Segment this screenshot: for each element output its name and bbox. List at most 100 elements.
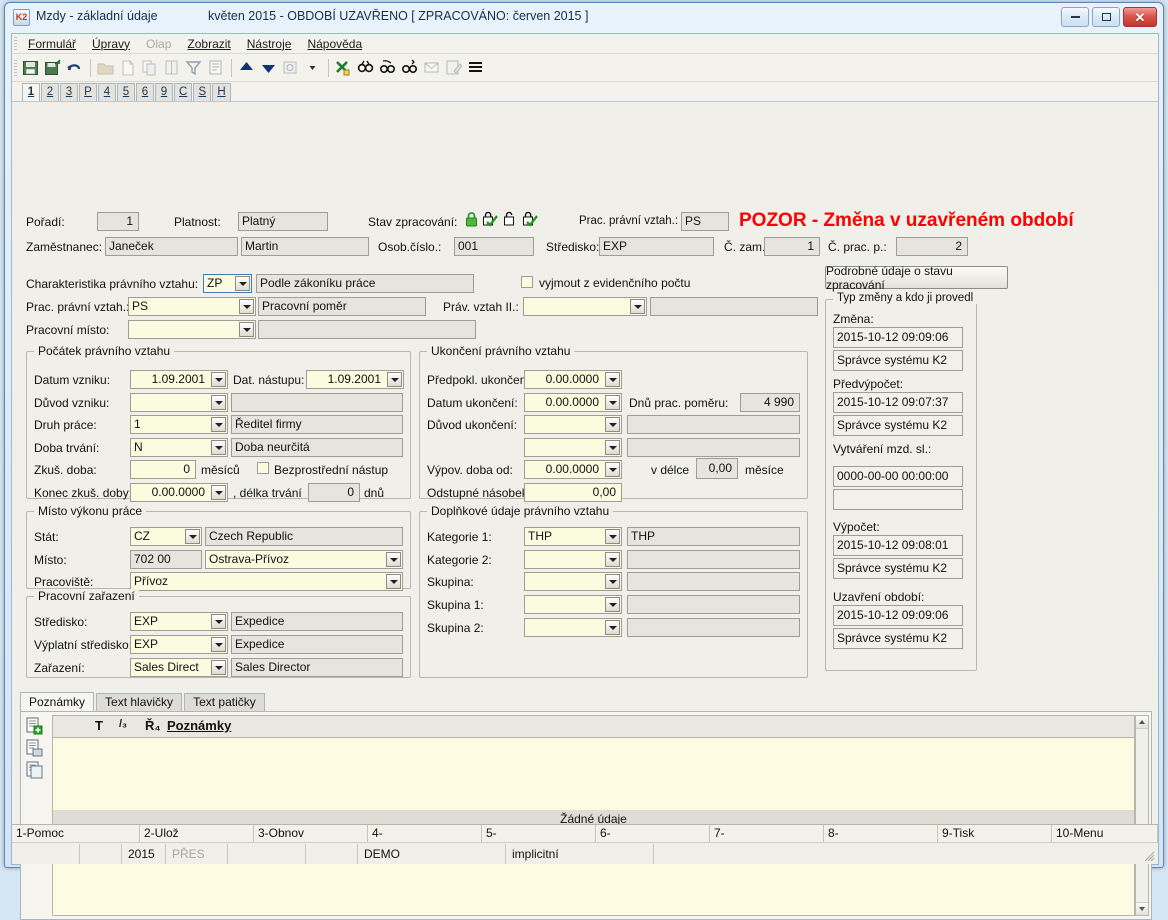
prav-vztah2-combo[interactable] [523, 297, 647, 316]
chevron-down-icon[interactable] [211, 614, 226, 629]
skupina1-combo[interactable] [524, 595, 622, 614]
zarazeni-stredisko-combo[interactable]: EXP [130, 612, 228, 631]
tab-c[interactable]: C [174, 83, 193, 101]
chevron-down-icon[interactable] [211, 440, 226, 455]
fkey-4[interactable]: 4- [368, 825, 482, 842]
chevron-down-icon[interactable] [185, 529, 200, 544]
menu-item-nastroje[interactable]: Nástroje [239, 35, 300, 53]
kategorie2-combo[interactable] [524, 550, 622, 569]
tab-s[interactable]: S [193, 83, 212, 101]
zamestnanec-name-field[interactable]: Martin [241, 237, 369, 256]
tab-3[interactable]: 3 [60, 83, 78, 101]
cislo-prac-pomeru-field[interactable]: 2 [896, 237, 968, 256]
tab-p[interactable]: P [79, 83, 97, 101]
scroll-down-button[interactable] [1136, 902, 1148, 915]
predpokl-ukonceni-combo[interactable]: 0.00.0000 [524, 370, 622, 389]
podrobne-udaje-button[interactable]: Podrobné údaje o stavu zpracování [825, 264, 1008, 292]
kategorie1-combo[interactable]: THP [524, 527, 622, 546]
vyjmout-checkbox[interactable] [521, 276, 533, 288]
close-button[interactable]: ✕ [1123, 7, 1157, 27]
column-header-lang[interactable]: Ř₄ [145, 718, 161, 733]
tab-text-paticky[interactable]: Text patičky [184, 693, 265, 711]
arrow-down-icon[interactable] [258, 57, 279, 78]
chevron-down-icon[interactable] [630, 299, 645, 314]
menu-item-upravy[interactable]: Úpravy [84, 35, 138, 53]
datum-ukonceni-combo[interactable]: 0.00.0000 [524, 393, 622, 412]
chevron-down-icon[interactable] [605, 529, 620, 544]
platnost-field[interactable]: Platný [238, 212, 328, 231]
duvod-vzniku-combo[interactable] [130, 393, 228, 412]
tab-4[interactable]: 4 [98, 83, 116, 101]
fkey-2[interactable]: 2-Ulož [140, 825, 254, 842]
datum-vzniku-combo[interactable]: 1.09.2001 [130, 370, 228, 389]
fkey-7[interactable]: 7- [710, 825, 824, 842]
export-excel-icon[interactable] [333, 57, 354, 78]
dat-nastupu-combo[interactable]: 1.09.2001 [306, 370, 404, 389]
cislo-zamestnance-field[interactable]: 1 [764, 237, 820, 256]
find-prev-icon[interactable] [377, 57, 398, 78]
copy-note-icon[interactable] [23, 759, 45, 781]
pracoviste-combo[interactable]: Přívoz [130, 572, 403, 591]
tab-5[interactable]: 5 [117, 83, 135, 101]
tab-9[interactable]: 9 [155, 83, 173, 101]
chevron-down-icon[interactable] [211, 372, 226, 387]
zarazeni-combo[interactable]: Sales Direct [130, 658, 228, 677]
menu-lines-icon[interactable] [465, 57, 486, 78]
tab-6[interactable]: 6 [136, 83, 154, 101]
chevron-down-icon[interactable] [386, 574, 401, 589]
chevron-down-icon[interactable] [239, 299, 254, 314]
undo-icon[interactable] [64, 57, 85, 78]
menu-item-napoveda[interactable]: Nápověda [299, 35, 370, 53]
osobni-cislo-field[interactable]: 001 [454, 237, 534, 256]
chevron-down-icon[interactable] [386, 552, 401, 567]
prac-pravni-vztah-combo[interactable]: PS [128, 297, 256, 316]
tab-2[interactable]: 2 [41, 83, 59, 101]
chevron-down-icon[interactable] [211, 485, 226, 500]
notes-vertical-scrollbar[interactable] [1135, 715, 1149, 916]
druh-prace-combo[interactable]: 1 [130, 415, 228, 434]
open-note-icon[interactable] [23, 737, 45, 759]
poradi-field[interactable]: 1 [97, 212, 139, 231]
chevron-down-icon[interactable] [605, 552, 620, 567]
fkey-1[interactable]: 1-Pomoc [12, 825, 140, 842]
chevron-down-icon[interactable] [211, 395, 226, 410]
stredisko-header-field[interactable]: EXP [599, 237, 714, 256]
chevron-down-icon[interactable] [605, 372, 620, 387]
column-header-rows[interactable]: /₃ [119, 718, 127, 730]
chevron-down-icon[interactable] [605, 462, 620, 477]
save-as-icon[interactable] [42, 57, 63, 78]
save-icon[interactable] [20, 57, 41, 78]
menu-item-zobrazit[interactable]: Zobrazit [179, 35, 238, 53]
vypov-doba-od-combo[interactable]: 0.00.0000 [524, 460, 622, 479]
column-header-t[interactable]: T [95, 718, 103, 733]
tab-poznamky[interactable]: Poznámky [20, 692, 95, 711]
vyplatni-stredisko-combo[interactable]: EXP [130, 635, 228, 654]
skupina2-combo[interactable] [524, 618, 622, 637]
tab-1[interactable]: 1 [22, 83, 40, 101]
chevron-down-icon[interactable] [605, 417, 620, 432]
chevron-down-icon[interactable] [605, 574, 620, 589]
find-next-icon[interactable] [399, 57, 420, 78]
chevron-down-icon[interactable] [387, 372, 402, 387]
zkus-doba-field[interactable]: 0 [130, 460, 196, 479]
bezprostredni-nastup-checkbox[interactable] [257, 462, 269, 474]
new-note-icon[interactable] [23, 715, 45, 737]
prac-pravni-vztah-header-field[interactable]: PS [681, 212, 729, 231]
chevron-down-icon[interactable] [239, 322, 254, 337]
fkey-6[interactable]: 6- [596, 825, 710, 842]
charakteristika-combo[interactable]: ZP [203, 274, 252, 293]
chevron-down-icon[interactable] [211, 660, 226, 675]
column-header-poznamky[interactable]: Poznámky [167, 718, 231, 733]
menu-item-formular[interactable]: Formulář [20, 35, 84, 53]
chevron-down-icon[interactable] [605, 440, 620, 455]
chevron-down-icon[interactable] [605, 395, 620, 410]
chevron-down-icon[interactable] [211, 417, 226, 432]
dropdown-arrow-icon[interactable] [302, 57, 323, 78]
fkey-9[interactable]: 9-Tisk [938, 825, 1052, 842]
misto-desc-combo[interactable]: Ostrava-Přívoz [205, 550, 403, 569]
scroll-up-button[interactable] [1136, 716, 1148, 729]
delka-trvani-field[interactable]: 0 [308, 483, 360, 502]
doba-trvani-combo[interactable]: N [130, 438, 228, 457]
stat-combo[interactable]: CZ [130, 527, 202, 546]
maximize-button[interactable] [1092, 7, 1120, 27]
